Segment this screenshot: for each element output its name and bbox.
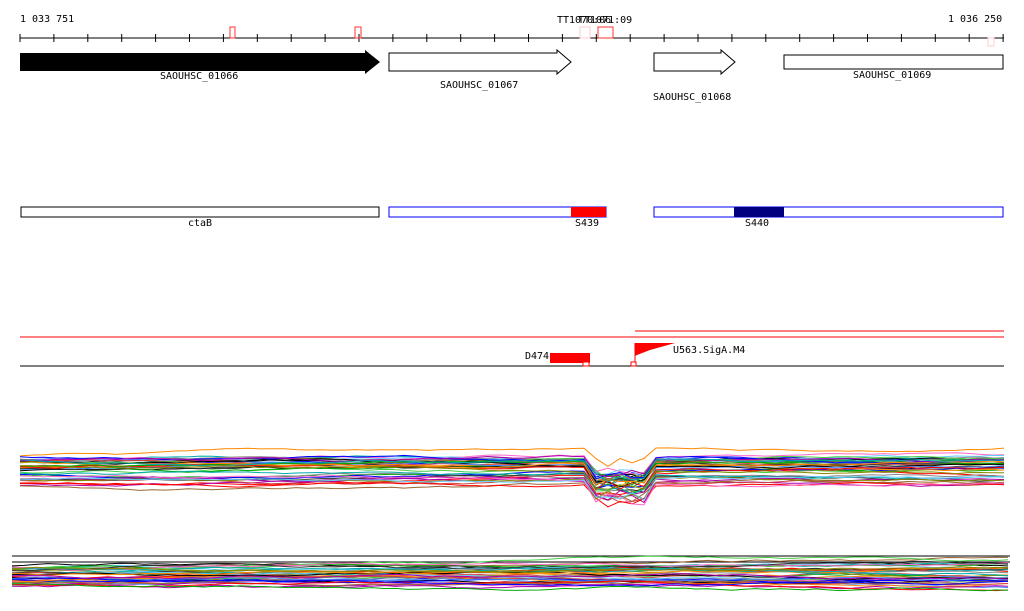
expression-plot-2 xyxy=(11,555,1009,592)
gene-label-01066: SAOUHSC_01066 xyxy=(160,71,239,82)
genome-browser: 1 033 751 1 036 250 TT1070:06 TT1071:09 … xyxy=(0,0,1024,611)
gene-box-01069[interactable] xyxy=(783,54,1004,70)
transcript-label-S439: S439 xyxy=(575,218,600,229)
gene-arrow-01068[interactable] xyxy=(653,48,736,76)
ruler-start: 1 033 751 xyxy=(20,14,75,25)
gene-label-01069: SAOUHSC_01069 xyxy=(853,70,932,81)
transcript-label-ctaB: ctaB xyxy=(188,218,213,229)
feature-label-U563: U563.SigA.M4 xyxy=(673,345,746,356)
expression-plot-1 xyxy=(19,447,1005,508)
gene-label-01067: SAOUHSC_01067 xyxy=(440,80,519,91)
expression-line xyxy=(19,476,1005,501)
expression-line xyxy=(19,481,1005,508)
transcript-S440-box[interactable] xyxy=(653,206,1004,218)
ruler-markers xyxy=(229,26,995,47)
transcript-S440[interactable] xyxy=(734,207,784,217)
gene-arrow-01067[interactable] xyxy=(388,48,572,76)
transcript-ctaB[interactable] xyxy=(20,206,380,218)
ruler-label-2: TT1071:09 xyxy=(578,15,633,26)
feature-label-D474: D474 xyxy=(525,351,550,362)
tracks-canvas[interactable] xyxy=(0,0,1024,611)
feature-U563-marker xyxy=(630,361,637,367)
feature-U563-flag[interactable] xyxy=(635,343,675,356)
gene-label-01068: SAOUHSC_01068 xyxy=(653,92,732,103)
transcript-label-S440: S440 xyxy=(745,218,770,229)
feature-D474-marker xyxy=(582,361,590,367)
ruler-end: 1 036 250 xyxy=(948,14,1003,25)
transcript-S439[interactable] xyxy=(571,207,606,217)
